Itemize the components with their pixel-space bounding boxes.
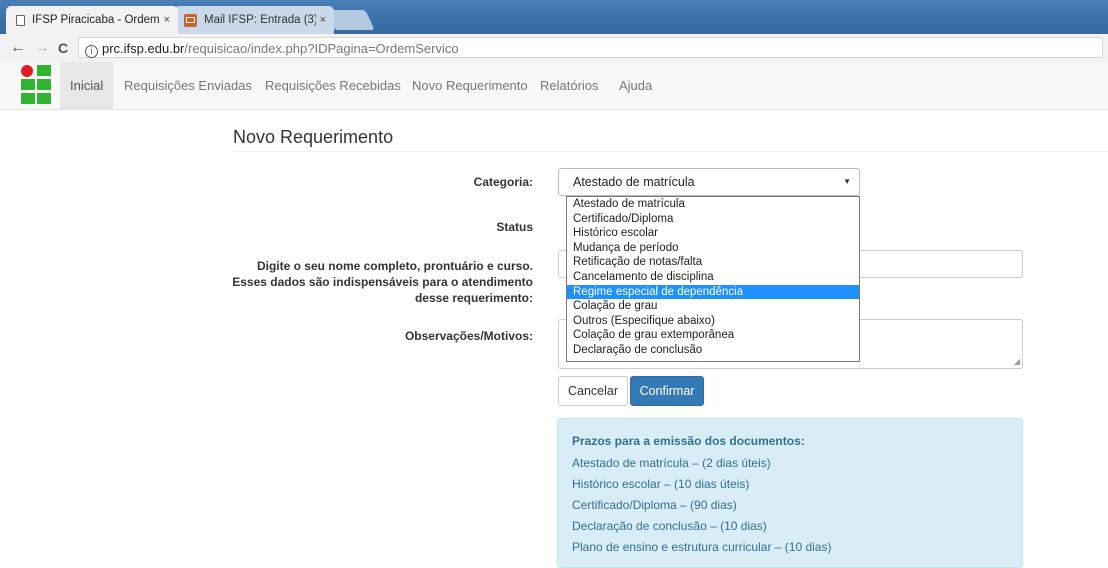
confirm-button[interactable]: Confirmar [630, 376, 704, 406]
nav-novo-requerimento[interactable]: Novo Requerimento [412, 62, 528, 109]
close-icon[interactable]: × [320, 14, 326, 26]
browser-tabstrip: IFSP Piracicaba - Ordem × Mail IFSP: Ent… [0, 0, 1108, 34]
tab-title: Mail IFSP: Entrada (3) [204, 14, 316, 26]
dropdown-option[interactable]: Certificado/Diploma [567, 212, 859, 227]
tab-mail-ifsp[interactable]: Mail IFSP: Entrada (3) × [174, 6, 334, 34]
status-label: Status [496, 220, 533, 234]
document-icon [16, 14, 25, 26]
dropdown-option[interactable]: Histórico escolar [567, 226, 859, 241]
dropdown-option[interactable]: Cancelamento de disciplina [567, 270, 859, 285]
ifsp-logo[interactable] [20, 65, 54, 107]
url-host: prc.ifsp.edu.br [102, 41, 185, 56]
tab-ifsp-piracicaba[interactable]: IFSP Piracicaba - Ordem × [6, 6, 178, 34]
dropdown-option[interactable]: Declaração de conclusão [567, 343, 859, 358]
info-icon[interactable]: i [85, 45, 98, 58]
tab-title: IFSP Piracicaba - Ordem [32, 14, 160, 26]
dropdown-option[interactable]: Retificação de notas/falta [567, 255, 859, 270]
info-line: Declaração de conclusão – (10 dias) [572, 519, 767, 533]
nav-inicial[interactable]: Inicial [60, 62, 114, 109]
dropdown-option-highlighted[interactable]: Regime especial de dependência [567, 284, 859, 300]
url-path: /requisicao/index.php?IDPagina=OrdemServ… [184, 41, 459, 56]
dropdown-option[interactable]: Outros (Especifique abaixo) [567, 314, 859, 329]
nav-requisicoes-enviadas[interactable]: Requisições Enviadas [124, 62, 252, 109]
categoria-label: Categoria: [473, 175, 533, 189]
categoria-selected-value: Atestado de matrícula [573, 175, 695, 189]
url-input[interactable]: i prc.ifsp.edu.br/requisicao/index.php?ID… [78, 37, 1103, 58]
nav-requisicoes-recebidas[interactable]: Requisições Recebidas [265, 62, 401, 109]
dropdown-option[interactable]: Colação de grau [567, 299, 859, 314]
info-line: Plano de ensino e estrutura curricular –… [572, 540, 832, 554]
divider [233, 151, 1108, 152]
nome-label-line-3: desse requerimento: [414, 291, 533, 305]
info-title: Prazos para a emissão dos documentos: [572, 434, 805, 448]
back-arrow-icon[interactable]: ← [10, 39, 26, 57]
categoria-dropdown-list[interactable]: Atestado de matrícula Certificado/Diplom… [566, 196, 860, 362]
chevron-down-icon: ▼ [843, 177, 851, 186]
dropdown-option[interactable]: Mudança de período [567, 241, 859, 256]
resize-handle-icon[interactable]: ◢ [1014, 358, 1020, 366]
observacoes-label: Observações/Motivos: [404, 329, 533, 343]
nav-relatorios[interactable]: Relatórios [540, 62, 599, 109]
info-line: Atestado de matrícula – (2 dias úteis) [572, 456, 771, 470]
close-icon[interactable]: × [164, 14, 170, 26]
nav-ajuda[interactable]: Ajuda [619, 62, 652, 109]
cancel-button[interactable]: Cancelar [558, 376, 628, 406]
dropdown-option[interactable]: Colação de grau extemporânea [567, 328, 859, 343]
forward-arrow-icon[interactable]: → [34, 39, 50, 57]
reload-icon[interactable]: C [58, 39, 68, 57]
info-line: Certificado/Diploma – (90 dias) [572, 498, 737, 512]
page-title: Novo Requerimento [233, 127, 394, 147]
mail-icon [184, 13, 197, 27]
address-bar: ← → C i prc.ifsp.edu.br/requisicao/index.… [0, 34, 1108, 63]
dropdown-option[interactable]: Atestado de matrícula [567, 197, 859, 212]
prazos-info-box: Prazos para a emissão dos documentos: At… [557, 418, 1023, 568]
site-navbar: Inicial Requisições Enviadas Requisições… [0, 62, 1108, 110]
info-line: Histórico escolar – (10 dias úteis) [572, 477, 750, 491]
categoria-select[interactable]: Atestado de matrícula ▼ [558, 168, 860, 196]
